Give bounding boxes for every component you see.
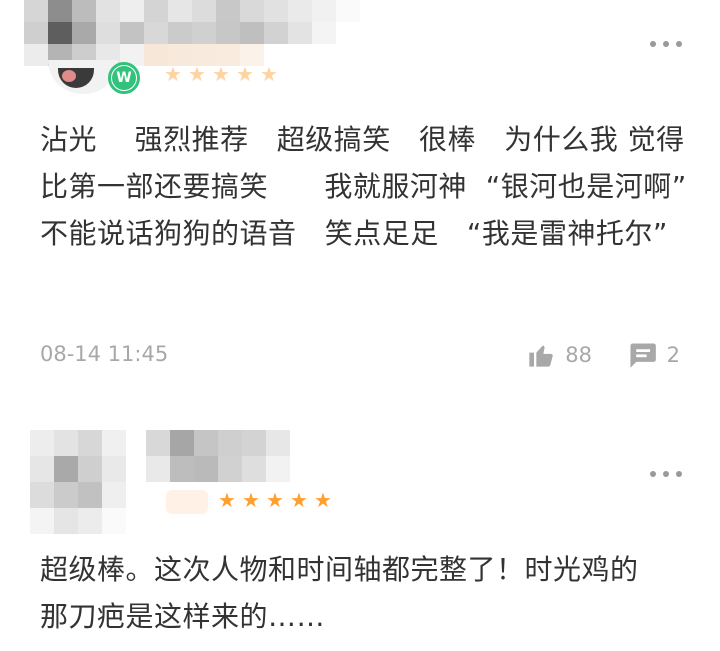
comment-text: 超级棒。这次人物和时间轴都完整了！时光鸡的那刀疤是这样来的…… [40, 553, 639, 633]
blurred-username [24, 0, 360, 66]
level-badge [166, 490, 208, 514]
blurred-avatar [30, 430, 126, 534]
star-icon: ★ [236, 62, 254, 86]
more-options-button[interactable] [650, 38, 682, 50]
star-icon: ★ [212, 62, 230, 86]
star-icon: ★ [314, 488, 332, 512]
star-icon: ★ [266, 488, 284, 512]
more-dots-icon [650, 41, 656, 47]
star-icon: ★ [260, 62, 278, 86]
star-icon: ★ [218, 488, 236, 512]
review-card: ★ ★ ★ ★ ★ 超级棒。这次人物和时间轴都完整了！时光鸡的那刀疤是这样来的…… [0, 400, 720, 651]
star-icon: ★ [242, 488, 260, 512]
reply-button[interactable]: 2 [627, 338, 680, 372]
rating-stars: ★ ★ ★ ★ ★ [164, 64, 280, 84]
like-button[interactable]: 88 [527, 338, 592, 372]
more-options-button[interactable] [650, 468, 682, 480]
blurred-username [146, 430, 290, 482]
verified-icon: W [112, 66, 136, 90]
rating-stars: ★ ★ ★ ★ ★ [218, 490, 334, 510]
star-icon: ★ [188, 62, 206, 86]
star-icon: ★ [164, 62, 182, 86]
comment-text: 沾光 强烈推荐 超级搞笑 很棒 为什么我 觉得比第一部还要搞笑 我就服河神 “银… [40, 123, 687, 250]
reply-count: 2 [666, 343, 680, 367]
star-icon: ★ [290, 488, 308, 512]
more-dots-icon [650, 471, 656, 477]
comment-meta: 08-14 11:45 88 2 [40, 338, 680, 372]
review-card: W ★ ★ ★ ★ ★ 沾光 强烈推荐 超级搞笑 很棒 为什么我 觉得比第一部还… [0, 0, 720, 400]
like-count: 88 [565, 343, 592, 367]
verified-badge: W [108, 62, 140, 94]
comment-time: 08-14 11:45 [40, 342, 169, 366]
comment-bubble-icon [630, 343, 656, 368]
thumbs-up-icon [529, 345, 554, 367]
